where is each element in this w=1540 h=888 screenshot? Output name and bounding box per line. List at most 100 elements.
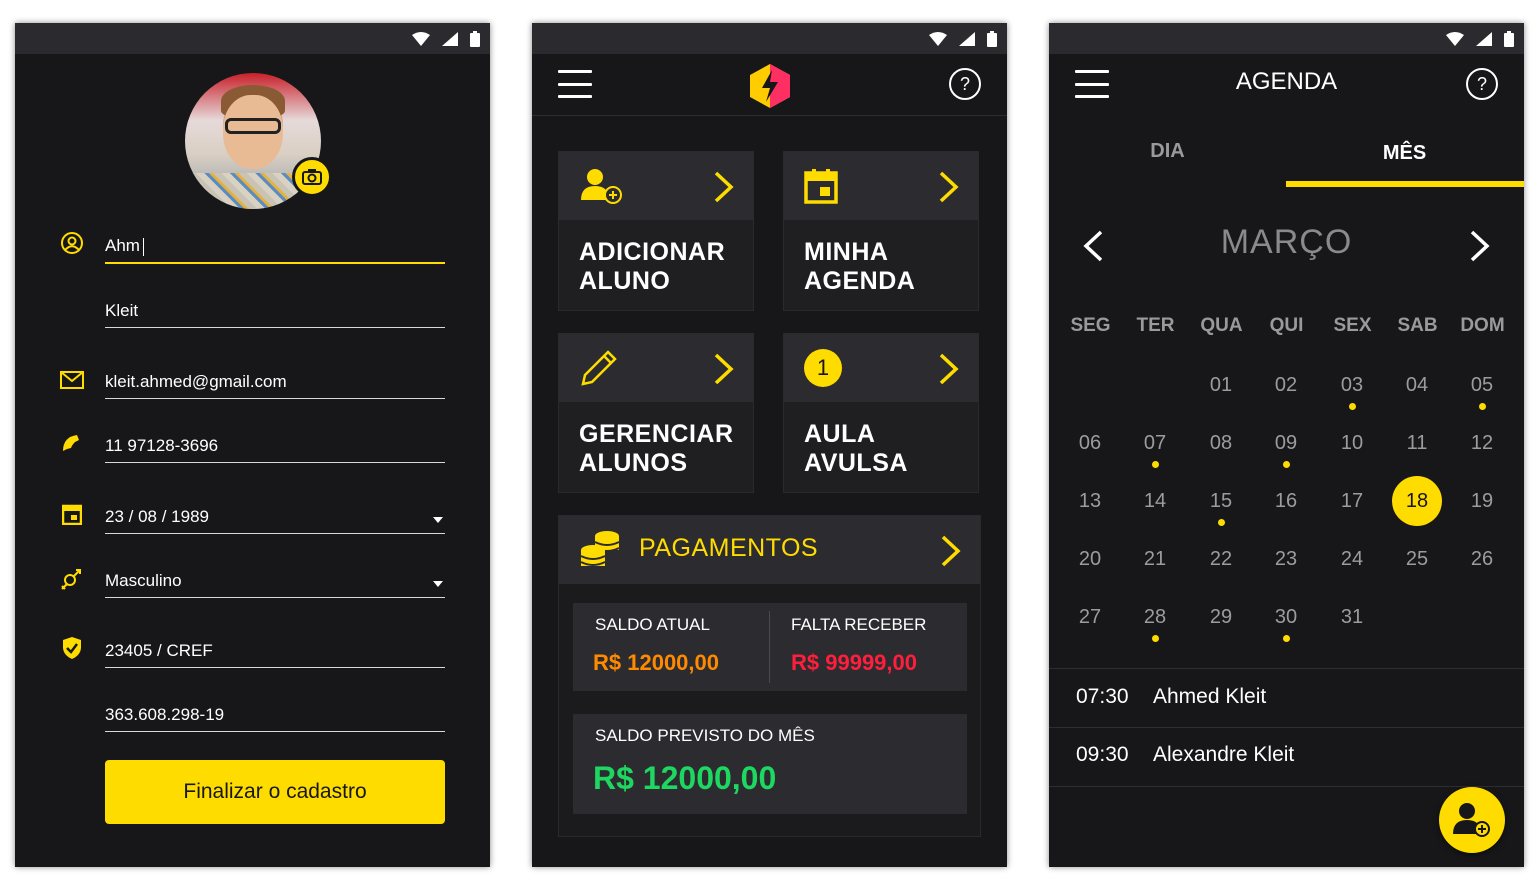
tab-day[interactable]: DIA [1049, 140, 1286, 163]
appointment-name: Alexandre Kleit [1153, 743, 1295, 766]
event-indicator [1217, 519, 1225, 526]
pending-label: FALTA RECEBER [791, 615, 927, 634]
last-name-field[interactable]: Kleit [105, 301, 445, 328]
calendar-day[interactable]: 01 [1196, 360, 1246, 410]
divider [1049, 786, 1524, 787]
chevron-down-icon [433, 581, 443, 587]
calendar-day[interactable]: 29 [1196, 592, 1246, 642]
number-one-icon: 1 [804, 349, 842, 387]
manage-students-card[interactable]: GERENCIAR ALUNOS [558, 333, 754, 493]
pending-value: R$ 99999,00 [791, 650, 917, 675]
chevron-right-icon [941, 535, 961, 567]
balance-summary: SALDO ATUAL R$ 12000,00 FALTA RECEBER R$… [573, 603, 967, 691]
calendar-day-selected[interactable]: 18 [1392, 476, 1442, 526]
chevron-right-icon [939, 171, 959, 203]
chevron-right-icon[interactable] [1469, 229, 1491, 263]
mail-icon [60, 368, 84, 392]
menu-icon[interactable] [558, 70, 592, 98]
calendar-icon [804, 169, 838, 204]
calendar-day[interactable]: 12 [1457, 418, 1507, 468]
top-bar: ? [532, 54, 1007, 116]
appointment-time: 09:30 [1076, 743, 1129, 766]
phone-icon [60, 431, 84, 455]
calendar-day[interactable]: 06 [1065, 418, 1115, 468]
calendar-day[interactable]: 02 [1261, 360, 1311, 410]
battery-icon [1504, 31, 1514, 47]
calendar-day[interactable]: 08 [1196, 418, 1246, 468]
help-icon[interactable]: ? [1466, 68, 1498, 100]
chevron-down-icon [433, 517, 443, 523]
help-icon[interactable]: ? [949, 68, 981, 100]
calendar-day[interactable]: 13 [1065, 476, 1115, 526]
camera-icon [302, 169, 322, 185]
my-agenda-card[interactable]: MINHA AGENDA [783, 151, 979, 311]
calendar-day[interactable]: 16 [1261, 476, 1311, 526]
add-user-icon [1453, 803, 1490, 837]
event-indicator [1282, 461, 1290, 468]
phone-value: 11 97128-3696 [105, 436, 219, 455]
add-student-card[interactable]: ADICIONAR ALUNO [558, 151, 754, 311]
calendar-icon [60, 502, 84, 526]
tab-month[interactable]: MÊS [1286, 142, 1523, 165]
calendar-day[interactable]: 04 [1392, 360, 1442, 410]
app-logo [750, 64, 790, 108]
gender-value: Masculino [105, 571, 182, 590]
signal-icon [1476, 32, 1492, 46]
appointment-item[interactable]: 09:30 Alexandre Kleit [1076, 743, 1294, 767]
payments-title: PAGAMENTOS [639, 534, 819, 562]
divider [1049, 727, 1524, 728]
top-bar: AGENDA ? [1049, 54, 1524, 116]
calendar-day[interactable]: 31 [1327, 592, 1377, 642]
finish-registration-label: Finalizar o cadastro [183, 780, 367, 803]
birthdate-select[interactable]: 23 / 08 / 1989 [105, 507, 445, 534]
agenda-screen: AGENDA ? DIA MÊS MARÇO SEG TER QUA QUI SEX SA… [1049, 23, 1524, 867]
profile-screen: Ahm Kleit kleit.ahmed@gmail.com 11 97128… [15, 23, 490, 867]
appointment-name: Ahmed Kleit [1153, 685, 1267, 708]
calendar-day[interactable]: 25 [1392, 534, 1442, 584]
calendar-day[interactable]: 19 [1457, 476, 1507, 526]
finish-registration-button[interactable]: Finalizar o cadastro [105, 760, 445, 824]
event-indicator [1151, 461, 1159, 468]
calendar-day[interactable]: 24 [1327, 534, 1377, 584]
gender-select[interactable]: Masculino [105, 571, 445, 598]
add-appointment-button[interactable] [1439, 787, 1505, 853]
first-name-field[interactable]: Ahm [105, 236, 445, 264]
battery-icon [470, 31, 480, 47]
forecast-value: R$ 12000,00 [593, 760, 777, 796]
birthdate-value: 23 / 08 / 1989 [105, 507, 209, 526]
appointment-item[interactable]: 07:30 Ahmed Kleit [1076, 685, 1266, 709]
email-field[interactable]: kleit.ahmed@gmail.com [105, 372, 445, 399]
shield-icon [60, 636, 84, 660]
forecast-label: SALDO PREVISTO DO MÊS [595, 726, 815, 745]
add-user-icon [581, 169, 622, 204]
calendar-day[interactable]: 26 [1457, 534, 1507, 584]
weekday-label: QUI [1269, 315, 1304, 336]
my-agenda-label: MINHA AGENDA [804, 238, 916, 295]
calendar-day[interactable]: 17 [1327, 476, 1377, 526]
current-balance-value: R$ 12000,00 [593, 650, 719, 675]
calendar-day[interactable]: 27 [1065, 592, 1115, 642]
email-value: kleit.ahmed@gmail.com [105, 372, 287, 391]
calendar-day[interactable]: 10 [1327, 418, 1377, 468]
event-indicator [1478, 403, 1486, 410]
status-bar [1049, 23, 1524, 54]
calendar-day[interactable]: 14 [1130, 476, 1180, 526]
chevron-right-icon [714, 353, 734, 385]
calendar-day[interactable]: 22 [1196, 534, 1246, 584]
chevron-right-icon [939, 353, 959, 385]
single-class-card[interactable]: 1 AULA AVULSA [783, 333, 979, 493]
wifi-icon [412, 32, 430, 46]
payments-header[interactable]: PAGAMENTOS [559, 516, 980, 584]
calendar-day[interactable]: 21 [1130, 534, 1180, 584]
month-label: MARÇO [1220, 223, 1353, 261]
cpf-field[interactable]: 363.608.298-19 [105, 705, 445, 732]
manage-students-label: GERENCIAR ALUNOS [579, 420, 734, 477]
calendar-day[interactable]: 11 [1392, 418, 1442, 468]
payments-card: PAGAMENTOS SALDO ATUAL R$ 12000,00 FALTA… [558, 515, 981, 837]
phone-field[interactable]: 11 97128-3696 [105, 436, 445, 463]
calendar-day[interactable]: 20 [1065, 534, 1115, 584]
month-navigator: MARÇO [1049, 223, 1524, 267]
change-photo-button[interactable] [292, 157, 332, 197]
calendar-day[interactable]: 23 [1261, 534, 1311, 584]
cref-field[interactable]: 23405 / CREF [105, 641, 445, 668]
